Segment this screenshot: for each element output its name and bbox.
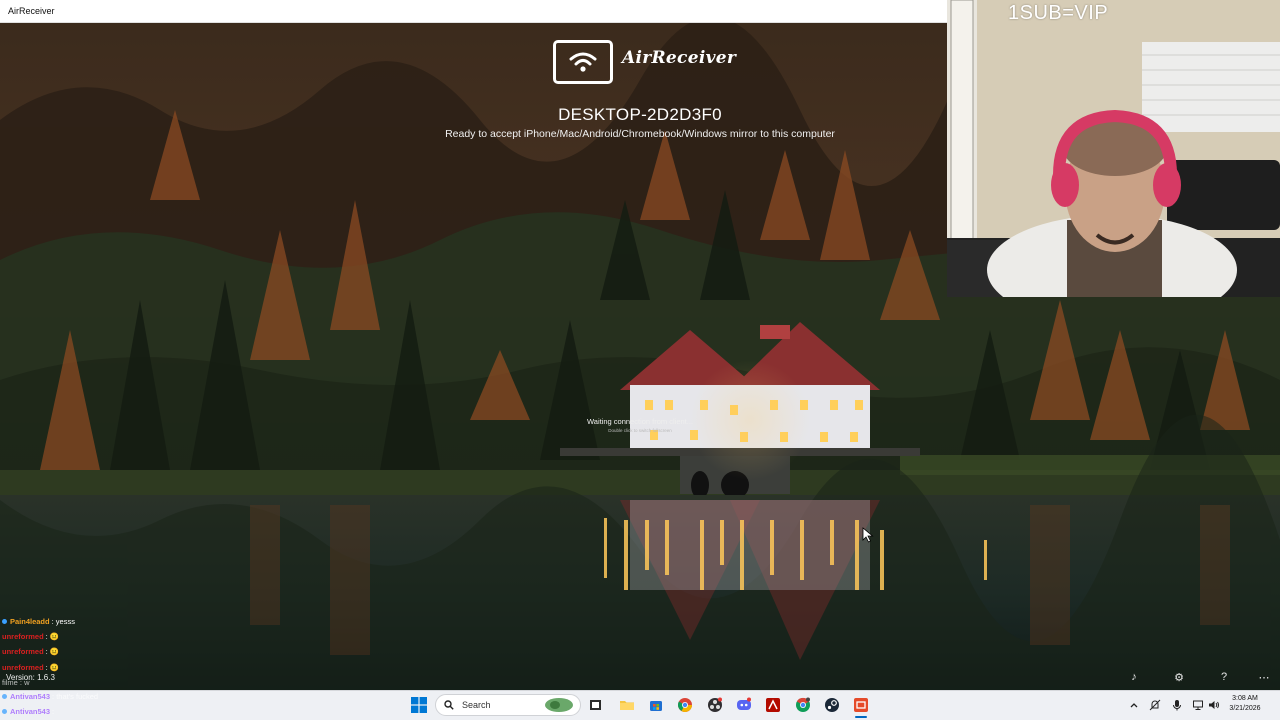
taskbar-search-box[interactable]: Search [435,694,581,716]
window-titlebar[interactable]: AirReceiver [0,0,947,23]
chat-text: that's fucked [56,692,99,702]
chat-text: 😐 [49,662,60,672]
stream-chat-overlay-lower: Antivan543 : that's fucked Antivan543 : [2,689,98,719]
chat-username: unreformed [2,647,44,657]
microphone-icon[interactable] [1170,698,1184,712]
chat-message: unreformed : 😐 [2,644,75,659]
stream-chat-overlay: Pain4leadd : yesss unreformed : 😐 unrefo… [2,614,75,690]
chat-badge-icon [2,694,7,700]
webcam-overlay-text: 1SUB=VIP [1008,2,1109,24]
chrome-icon[interactable] [676,696,694,714]
search-placeholder: Search [462,700,491,710]
chat-username: Antivan543 [10,707,51,717]
waiting-connection-text: Waiting connection from client... [586,417,694,426]
taskbar [0,690,1280,720]
microsoft-store-icon[interactable] [647,696,665,714]
chat-overlap-text: filme : w [2,677,30,687]
chat-separator: : [52,692,55,702]
receiver-status-text: Ready to accept iPhone/Mac/Android/Chrom… [445,128,835,140]
adobe-acrobat-icon[interactable] [764,696,782,714]
fullscreen-hint-text: Double click to switch fullscreen [608,428,672,433]
chat-message: unreformed : 😐 [2,629,75,644]
window-title: AirReceiver [8,6,55,16]
file-explorer-icon[interactable] [618,696,636,714]
active-app-indicator [855,716,867,718]
chat-username: Antivan543 [10,692,51,702]
task-view-icon[interactable] [587,696,605,714]
webcam-overlay [947,0,1280,297]
chevron-up-icon[interactable] [1127,698,1141,712]
chat-text: yesss [55,617,75,626]
clock-date: 3/21/2026 [1229,705,1261,712]
gear-icon[interactable]: ⚙ [1171,669,1187,685]
chat-message: filme : w [2,675,75,690]
steam-icon[interactable] [823,696,841,714]
chat-badge-icon [2,619,7,625]
volume-icon[interactable] [1207,698,1221,712]
more-icon[interactable]: ⋯ [1256,669,1272,685]
search-highlight-icon [545,698,573,712]
chat-separator: : [45,662,48,672]
discord-icon[interactable] [735,696,753,714]
chat-username: unreformed [2,662,44,672]
search-icon [444,700,454,710]
chat-badge-icon [2,709,7,715]
chat-message: Antivan543 : [2,704,98,719]
notifications-off-icon[interactable] [1148,698,1162,712]
chat-text: 😐 [49,647,60,657]
device-hostname: DESKTOP-2D2D3F0 [558,105,722,124]
chrome-canary-icon[interactable] [794,696,812,714]
chat-username: unreformed [2,632,44,642]
obs-icon[interactable] [706,696,724,714]
music-note-icon[interactable]: ♪ [1126,669,1142,685]
airreceiver-taskbar-icon[interactable] [852,696,870,714]
airreceiver-wordmark: AirReceiver [622,48,737,68]
chat-message: Pain4leadd : yesss [2,614,75,629]
chat-message: Antivan543 : that's fucked [2,689,98,704]
chat-text: 😐 [49,632,60,642]
chat-separator: : [45,647,48,657]
chat-message: unreformed : 😐 [2,660,75,675]
clock-time: 3:08 AM [1232,695,1258,702]
taskbar-clock[interactable]: 3:08 AM 3/21/2026 [1224,694,1266,714]
help-icon[interactable]: ? [1216,669,1232,685]
chat-separator: : [52,707,55,717]
chat-username: Pain4leadd [10,617,50,626]
airreceiver-logo-icon [553,40,613,84]
chat-separator: : [45,632,48,642]
network-icon[interactable] [1191,698,1205,712]
windows-start-icon[interactable] [410,696,428,714]
chat-separator: : [51,617,54,626]
